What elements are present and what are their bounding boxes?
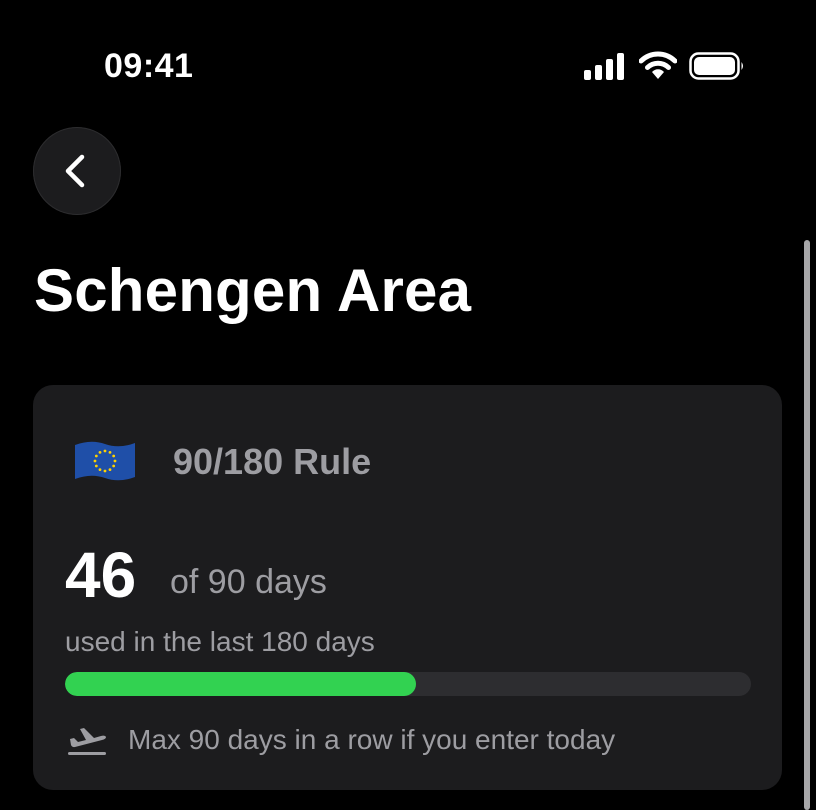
eu-flag-star xyxy=(112,454,116,458)
signal-icon xyxy=(584,53,624,80)
eu-flag-star xyxy=(108,450,112,454)
eu-flag-icon xyxy=(75,441,135,481)
eu-flag-star xyxy=(108,468,112,472)
eu-flag-star xyxy=(103,449,107,453)
days-progress-fill xyxy=(65,672,416,696)
scrollbar[interactable] xyxy=(804,240,810,810)
eu-flag-star xyxy=(94,464,98,468)
eu-flag-star xyxy=(93,459,97,463)
card-title: 90/180 Rule xyxy=(173,441,372,482)
days-used-count: 46 xyxy=(65,539,137,611)
eu-flag-star xyxy=(98,450,102,454)
page-title: Schengen Area xyxy=(34,257,472,324)
eu-flag-star xyxy=(98,468,102,472)
days-total-text: of 90 days xyxy=(170,563,327,601)
days-progress-bar xyxy=(65,672,751,696)
battery-icon xyxy=(689,52,743,80)
days-caption: used in the last 180 days xyxy=(65,626,375,657)
max-stay-text: Max 90 days in a row if you enter today xyxy=(128,724,616,755)
wifi-icon xyxy=(639,51,677,79)
back-button[interactable] xyxy=(33,127,121,215)
status-bar: 09:41 xyxy=(0,0,816,110)
eu-flag-star xyxy=(94,454,98,458)
eu-flag-star xyxy=(103,469,107,473)
eu-flag-star xyxy=(112,464,116,468)
status-time: 09:41 xyxy=(104,47,194,85)
rule-card[interactable]: 90/180 Rule 46 of 90 days used in the la… xyxy=(33,385,782,790)
eu-flag-star xyxy=(113,459,117,463)
chevron-left-icon xyxy=(65,154,85,188)
airplane-departure-icon xyxy=(68,728,106,755)
